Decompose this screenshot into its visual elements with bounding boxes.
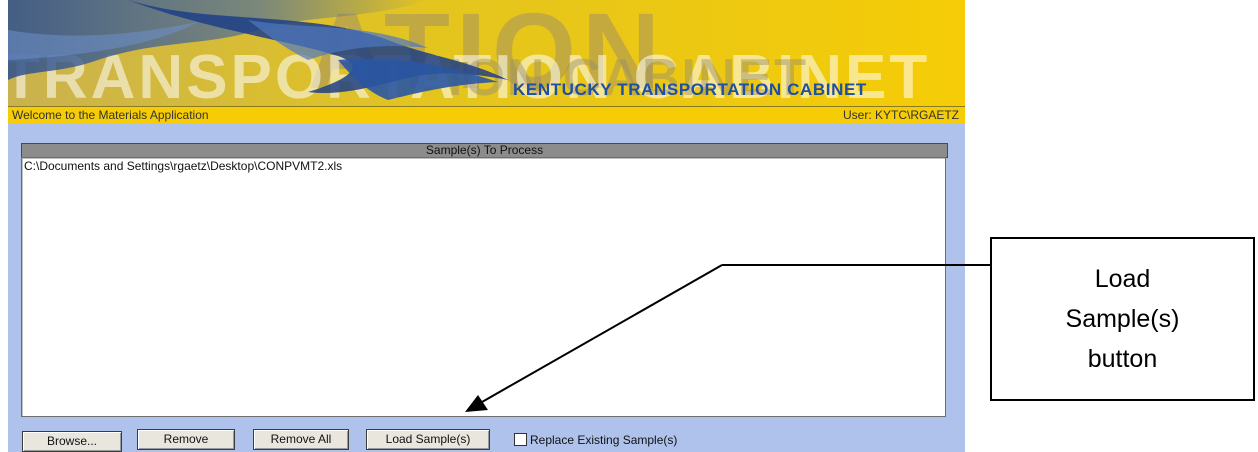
current-user: User: KYTC\RGAETZ	[842, 108, 959, 122]
load-samples-callout: Load Sample(s) button	[990, 237, 1255, 401]
remove-button[interactable]: Remove	[137, 429, 235, 450]
checkbox-icon[interactable]	[514, 433, 527, 447]
welcome-message: Welcome to the Materials Application	[12, 108, 209, 122]
callout-line-1: Load	[1094, 265, 1151, 293]
list-item[interactable]: C:\Documents and Settings\rgaetz\Desktop…	[22, 158, 945, 174]
cabinet-name: KENTUCKY TRANSPORTATION CABINET	[513, 80, 867, 99]
samples-panel-header: Sample(s) To Process	[21, 143, 948, 158]
kytc-banner: ATION TRANSPORTATION CABINET ION CABINET…	[8, 0, 965, 106]
replace-existing-samples-checkbox[interactable]: Replace Existing Sample(s)	[514, 432, 677, 448]
status-bar: Welcome to the Materials Application Use…	[8, 106, 965, 125]
replace-existing-samples-label: Replace Existing Sample(s)	[530, 433, 678, 447]
remove-all-button[interactable]: Remove All	[253, 429, 349, 450]
browse-button[interactable]: Browse...	[22, 431, 122, 452]
callout-line-2: Sample(s)	[1065, 305, 1180, 333]
samples-list[interactable]: C:\Documents and Settings\rgaetz\Desktop…	[21, 157, 946, 417]
materials-application-window: ATION TRANSPORTATION CABINET ION CABINET…	[8, 0, 965, 452]
main-panel: Sample(s) To Process C:\Documents and Se…	[8, 124, 965, 452]
load-samples-button[interactable]: Load Sample(s)	[366, 429, 490, 450]
callout-line-3: button	[1087, 345, 1158, 373]
